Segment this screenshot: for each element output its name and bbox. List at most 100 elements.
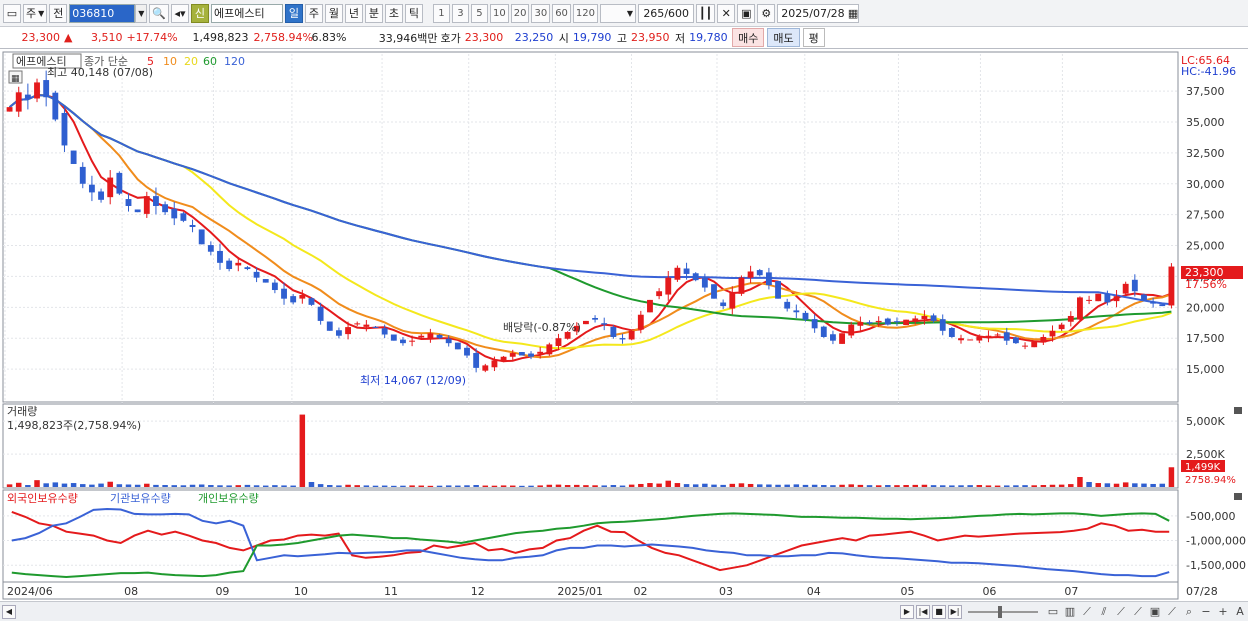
text-tool-icon[interactable]: A: [1232, 604, 1248, 620]
period-tab-tick[interactable]: 틱: [404, 3, 423, 23]
interval-30[interactable]: 30: [531, 3, 551, 23]
candle-body: [281, 288, 287, 299]
period-tab-day[interactable]: 일: [284, 3, 303, 23]
period-tab-month[interactable]: 월: [324, 3, 343, 23]
candle-body: [290, 296, 297, 303]
period-tab-week[interactable]: 주: [304, 3, 323, 23]
window-icon[interactable]: ▭: [3, 3, 21, 23]
volume-title: 거래량: [7, 405, 37, 418]
volume-bar: [967, 485, 973, 487]
volume-bar: [665, 480, 672, 487]
sell-button[interactable]: 매도: [767, 28, 800, 47]
interval-20[interactable]: 20: [510, 3, 530, 23]
volume-y-axis: 5,000K 2,500K: [1186, 415, 1225, 461]
candle-body: [775, 281, 781, 299]
candle-body: [198, 229, 205, 245]
eval-button[interactable]: 평: [802, 28, 825, 47]
holdings-panel-close-icon[interactable]: [1234, 493, 1242, 500]
prev-button[interactable]: 전: [49, 3, 68, 23]
volume-bar: [409, 485, 415, 487]
quote-bar: 23,300 ▲ 3,510 +17.74% 1,498,823 2,758.9…: [0, 27, 1248, 49]
date-field[interactable]: 2025/07/28 ▦: [777, 3, 860, 23]
trend-line-icon[interactable]: ⟋: [1079, 604, 1095, 620]
holdings-tick-label: -1,500,000: [1186, 559, 1246, 572]
period-tab-year[interactable]: 년: [344, 3, 363, 23]
volume-panel-close-icon[interactable]: [1234, 407, 1242, 414]
save-icon[interactable]: ▣: [737, 3, 756, 23]
candle-body: [418, 335, 425, 338]
volume-bar: [930, 485, 937, 487]
channel-icon[interactable]: ⫽: [1096, 604, 1112, 620]
period-tab-second[interactable]: 초: [384, 3, 403, 23]
volume-bar: [226, 485, 232, 487]
scroll-first-icon[interactable]: |◀: [916, 604, 930, 619]
scroll-last-icon[interactable]: ▶|: [948, 604, 962, 619]
volume-bar: [290, 485, 296, 487]
candle-body: [1022, 345, 1028, 347]
market-select[interactable]: 주 ▼: [23, 3, 48, 23]
volume-bar: [985, 485, 992, 487]
pattern-icon[interactable]: ⟋: [1130, 604, 1146, 620]
volume-bar: [98, 483, 104, 487]
interval-dropdown[interactable]: ▼: [600, 3, 637, 23]
bar-count-field[interactable]: 265/600: [638, 3, 695, 23]
candle-body: [70, 150, 77, 164]
candle-body: [875, 320, 882, 323]
interval-5[interactable]: 5: [470, 3, 488, 23]
zoom-out-icon[interactable]: −: [1198, 604, 1214, 620]
interval-1[interactable]: 1: [432, 3, 450, 23]
scroll-right-button[interactable]: ▶: [900, 604, 914, 619]
crosshair-icon[interactable]: ✕: [717, 3, 736, 23]
candle-body: [335, 330, 342, 336]
buy-button[interactable]: 매수: [732, 28, 765, 47]
volume-bar: [1013, 485, 1019, 487]
candle-body: [61, 112, 68, 146]
zoom-slider-handle[interactable]: [998, 605, 1002, 618]
candle-body: [34, 82, 40, 99]
volume-bar: [994, 485, 1001, 487]
scroll-stop-icon[interactable]: ■: [932, 604, 946, 619]
candle-body: [985, 335, 992, 337]
open-label: 시: [558, 31, 569, 45]
draw-tool-1-icon[interactable]: ▭: [1045, 604, 1061, 620]
period-tab-minute[interactable]: 분: [364, 3, 383, 23]
chart-scrollbar[interactable]: ◀ ▶ |◀ ■ ▶| ▭ ▥ ⟋ ⫽ ⟋ ⟋ ▣ ⟋ ⌕ − + A: [0, 601, 1248, 621]
volume-bar: [272, 485, 278, 487]
calendar-icon[interactable]: ▦: [848, 7, 858, 20]
stock-code-input[interactable]: 036810: [69, 3, 136, 23]
volume-bar: [747, 483, 754, 487]
volume-bar: [1077, 476, 1083, 487]
search-icon[interactable]: 🔍: [149, 3, 169, 23]
candle-style-icon[interactable]: ┃┃: [696, 3, 716, 23]
interval-3[interactable]: 3: [451, 3, 469, 23]
candle-body: [326, 321, 333, 331]
holdings-y-axis: -500,000 -1,000,000 -1,500,000: [1186, 510, 1246, 572]
interval-120[interactable]: 120: [572, 3, 599, 23]
interval-10[interactable]: 10: [489, 3, 509, 23]
zoom-in-icon[interactable]: +: [1215, 604, 1231, 620]
volume-bar: [171, 485, 177, 487]
candle-body: [226, 260, 233, 270]
candle-body: [98, 191, 104, 200]
image-icon[interactable]: ▣: [1147, 604, 1163, 620]
sound-icon[interactable]: ◂▾: [170, 3, 189, 23]
candle-body: [720, 302, 727, 307]
chart-area[interactable]: 37,50035,00032,50030,00027,50025,00022,5…: [0, 50, 1248, 601]
settings-gear-icon[interactable]: ⚙: [757, 3, 776, 23]
candle-body: [1159, 304, 1166, 307]
high-label: 고: [616, 31, 627, 45]
zoom-slider[interactable]: [968, 605, 1038, 618]
candle-body: [683, 268, 690, 274]
interval-60[interactable]: 60: [552, 3, 571, 23]
ruler-icon[interactable]: ⟋: [1164, 604, 1180, 620]
fibonacci-icon[interactable]: ⟋: [1113, 604, 1129, 620]
zoom-search-icon[interactable]: ⌕: [1181, 604, 1197, 620]
candle-body: [52, 92, 59, 120]
draw-tool-2-icon[interactable]: ▥: [1062, 604, 1078, 620]
candle-body: [555, 338, 562, 346]
volume-bar: [1068, 484, 1074, 487]
candle-body: [207, 245, 214, 252]
candle-body: [79, 166, 86, 184]
code-dropdown-icon[interactable]: ▼: [135, 3, 148, 23]
scroll-left-button[interactable]: ◀: [2, 604, 16, 619]
